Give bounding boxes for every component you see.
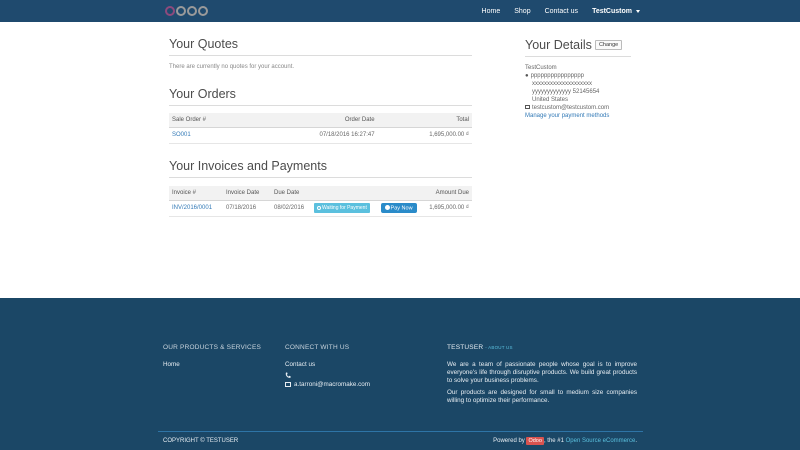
logo-letter-o (165, 6, 175, 16)
status-label: Waiting for Payment (322, 205, 367, 211)
invoice-due-date: 08/02/2016 (271, 200, 311, 217)
footer-products-title: OUR PRODUCTS & SERVICES (163, 344, 262, 351)
col-status (311, 186, 378, 201)
details-block: TestCustom ● pppppppppppppppp xxxxxxxxxxx… (525, 64, 609, 120)
col-due-date: Due Date (271, 186, 311, 201)
clock-icon (317, 205, 321, 210)
invoice-amount: 1,695,000.00 ₫ (422, 200, 472, 217)
odoo-badge[interactable]: Odoo (526, 437, 544, 445)
invoices-table: Invoice # Invoice Date Due Date Amount D… (169, 186, 472, 217)
order-total: 1,695,000.00 ₫ (377, 127, 472, 144)
pay-now-button[interactable]: Pay Now (380, 202, 417, 214)
change-details-button[interactable]: Change (594, 40, 623, 50)
col-order-date: Order Date (251, 113, 378, 128)
site-footer: OUR PRODUCTS & SERVICES Home CONNECT WIT… (0, 298, 800, 450)
address-country: United States (532, 97, 569, 103)
invoice-action-cell: Pay Now (377, 200, 423, 217)
nav-links: Home Shop Contact us TestCustom (468, 0, 640, 22)
pay-now-label: Pay Now (390, 205, 413, 212)
footer-about-p2: Our products are designed for small to m… (447, 389, 637, 404)
orders-table: Sale Order # Order Date Total SO001 07/1… (169, 113, 472, 144)
details-header: Your Details Change (525, 38, 631, 57)
details-title: Your Details (525, 38, 592, 52)
address-line-2: xxxxxxxxxxxxxxxxxxxx (532, 81, 592, 87)
manage-payment-link[interactable]: Manage your payment methods (525, 112, 609, 120)
footer-contact-link[interactable]: Contact us (285, 361, 315, 368)
main-content: Your Quotes There are currently no quote… (0, 22, 800, 298)
quotes-empty-text: There are currently no quotes for your a… (169, 64, 295, 70)
col-sale-order: Sale Order # (169, 113, 252, 128)
odoo-logo[interactable] (165, 3, 209, 19)
invoices-table-header: Invoice # Invoice Date Due Date Amount D… (169, 186, 472, 201)
invoices-header: Your Invoices and Payments (169, 159, 472, 178)
col-invoice-number: Invoice # (169, 186, 223, 201)
footer-home-link[interactable]: Home (163, 361, 180, 368)
orders-table-header: Sale Order # Order Date Total (169, 113, 472, 128)
col-action (377, 186, 423, 201)
user-menu[interactable]: TestCustom (592, 8, 640, 15)
envelope-icon (285, 382, 291, 387)
waiting-payment-badge: Waiting for Payment (314, 203, 370, 213)
nav-link-contact[interactable]: Contact us (545, 8, 578, 15)
customer-email: testcustom@testcustom.com (525, 104, 609, 112)
user-name: TestCustom (592, 7, 632, 15)
company-name: TESTUSER (447, 344, 484, 351)
phone-icon (285, 372, 291, 378)
quotes-title: Your Quotes (169, 37, 239, 51)
invoices-title: Your Invoices and Payments (169, 159, 327, 173)
invoice-number-link[interactable]: INV/2016/0001 (169, 200, 223, 217)
open-source-ecommerce-link[interactable]: Open Source eCommerce (566, 438, 636, 444)
arrow-circle-icon (384, 204, 390, 210)
logo-letter-d (176, 6, 186, 16)
nav-link-shop[interactable]: Shop (514, 8, 530, 15)
address-line-3: yyyyyyyyyyyyy 52145654 (532, 89, 600, 95)
orders-header: Your Orders (169, 87, 472, 106)
footer-email[interactable]: a.tarroni@macromake.com (294, 381, 370, 388)
envelope-icon (525, 105, 530, 109)
about-us-link[interactable]: - ABOUT US (485, 345, 512, 350)
logo-letter-o (198, 6, 208, 16)
col-total: Total (377, 113, 472, 128)
customer-name: TestCustom (525, 65, 557, 71)
table-row: INV/2016/0001 07/18/2016 08/02/2016 Wait… (169, 200, 472, 217)
top-navbar: Home Shop Contact us TestCustom (0, 0, 800, 22)
map-marker-icon: ● (525, 73, 529, 79)
invoice-status-cell: Waiting for Payment (311, 200, 378, 217)
orders-title: Your Orders (169, 87, 236, 101)
order-number-link[interactable]: SO001 (169, 127, 252, 144)
copyright: COPYRIGHT © TESTUSER (163, 438, 239, 444)
logo-letter-o (187, 6, 197, 16)
nav-link-home[interactable]: Home (482, 8, 501, 15)
address-line-1: ● pppppppppppppppp (525, 73, 585, 79)
caret-down-icon (636, 9, 640, 13)
quotes-header: Your Quotes (169, 37, 472, 56)
footer-connect-title: CONNECT WITH US (285, 344, 350, 351)
col-invoice-date: Invoice Date (223, 186, 271, 201)
order-date: 07/18/2016 16:27:47 (251, 127, 378, 144)
invoice-date: 07/18/2016 (223, 200, 271, 217)
footer-about-p1: We are a team of passionate people whose… (447, 361, 637, 384)
powered-by: Powered by Odoo, the #1 Open Source eCom… (493, 437, 637, 445)
col-amount-due: Amount Due (422, 186, 472, 201)
footer-divider (158, 431, 643, 432)
footer-company-title: TESTUSER - ABOUT US (447, 344, 513, 351)
table-row[interactable]: SO001 07/18/2016 16:27:47 1,695,000.00 ₫ (169, 127, 472, 144)
